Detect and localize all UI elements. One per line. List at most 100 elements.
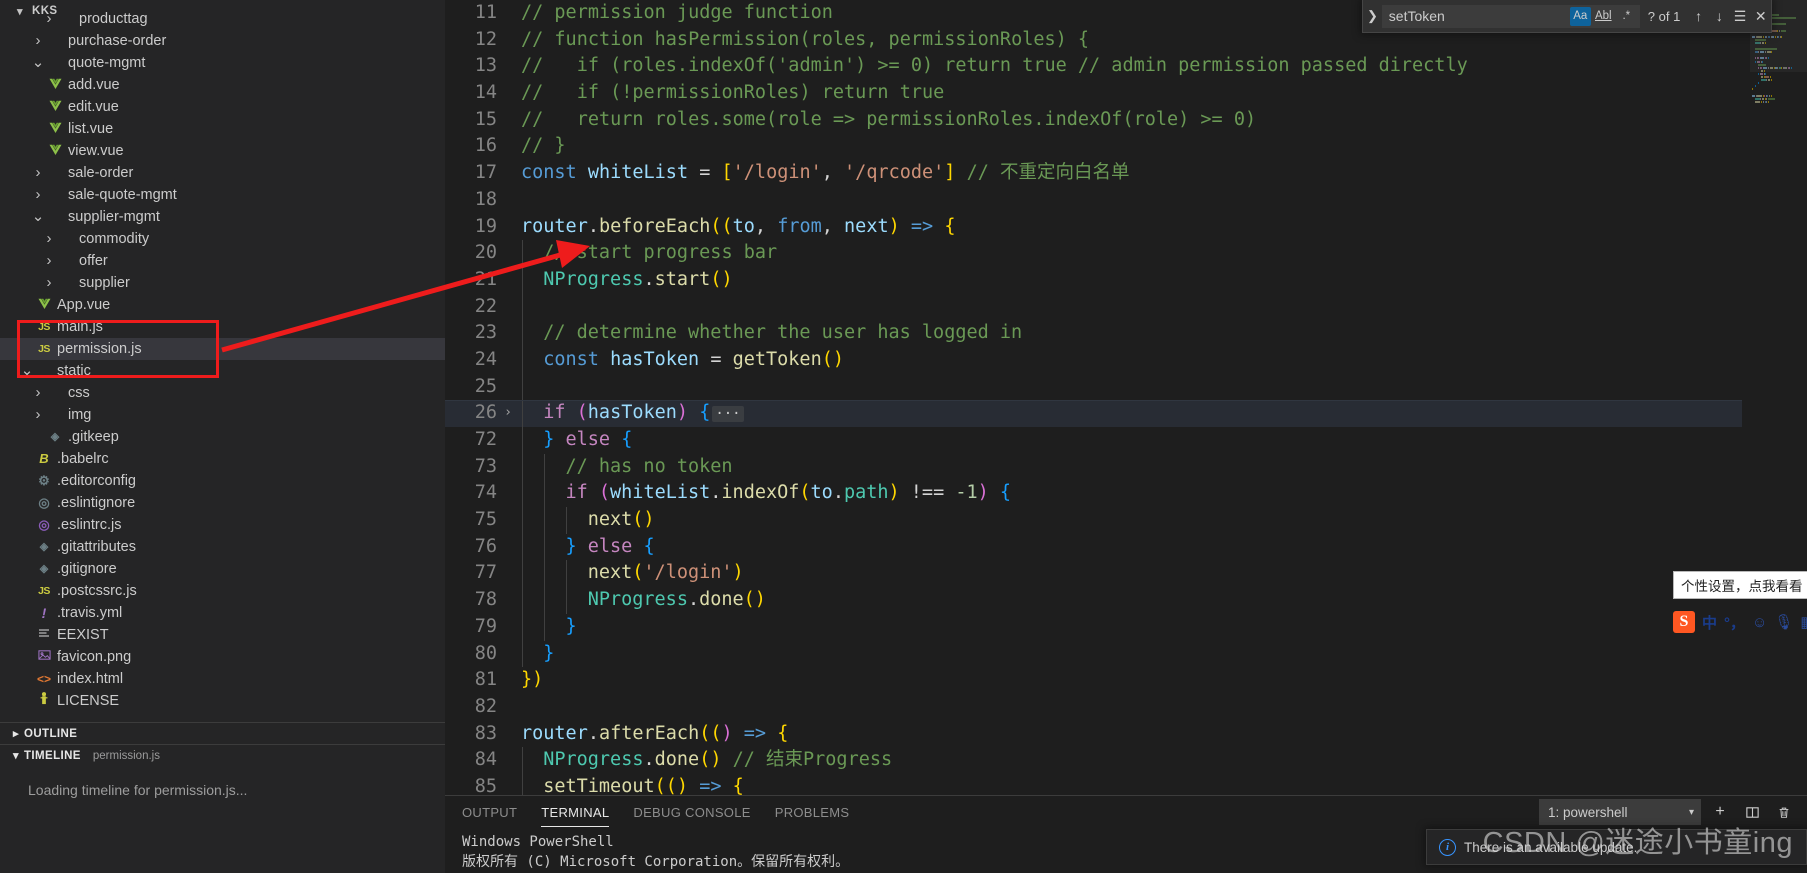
tree-item-gitkeep[interactable]: ◈ .gitkeep	[0, 426, 445, 448]
code-line[interactable]: 18	[445, 187, 1807, 214]
chevron-down-icon[interactable]: ⌄	[30, 209, 46, 224]
code-line[interactable]: 23 // determine whether the user has logg…	[445, 320, 1807, 347]
tree-item-babelrc[interactable]: B .babelrc	[0, 448, 445, 470]
ime-mode-chinese[interactable]: 中	[1702, 612, 1717, 633]
code-line[interactable]: 80}	[445, 640, 1807, 668]
find-widget[interactable]: ❯ Aa Abl .* ? of 1 ↑ ↓ ☰ ✕	[1362, 0, 1772, 33]
tree-item-favicon-png[interactable]: favicon.png	[0, 646, 445, 668]
microphone-icon[interactable]: 🎙	[1774, 613, 1793, 631]
file-tree[interactable]: › producttag › purchase-order ⌄ quote-mgmt add…	[0, 8, 445, 712]
find-previous-icon[interactable]: ↑	[1688, 5, 1709, 27]
tree-item-commodity[interactable]: › commodity	[0, 228, 445, 250]
tree-item-eslintignore[interactable]: ◎ .eslintignore	[0, 492, 445, 514]
code-lines-container[interactable]: 11 // permission judge function 12 // funct…	[445, 0, 1807, 795]
chevron-right-icon[interactable]: ›	[41, 272, 57, 294]
chevron-right-icon[interactable]: ›	[30, 30, 46, 52]
code-line[interactable]: 15 // return roles.some(role => permissio…	[445, 107, 1807, 134]
tree-item-supplier[interactable]: › supplier	[0, 272, 445, 294]
tree-item-gitignore[interactable]: ◈ .gitignore	[0, 558, 445, 580]
panel-actions[interactable]: 1: powershell ▾ +	[1539, 799, 1797, 825]
sogou-logo-icon[interactable]: S	[1673, 611, 1695, 633]
tree-item-list-vue[interactable]: list.vue	[0, 118, 445, 140]
tree-item-editorconfig[interactable]: ⚙ .editorconfig	[0, 470, 445, 492]
code-line[interactable]: 83 router.afterEach(() => {	[445, 721, 1807, 748]
code-line[interactable]: 75 next()	[445, 507, 1807, 534]
code-line[interactable]: 25	[445, 373, 1807, 401]
tree-item-img[interactable]: › img	[0, 404, 445, 426]
ime-punctuation-toggle[interactable]: °，	[1724, 612, 1745, 633]
panel-tab-output[interactable]: OUTPUT	[462, 796, 517, 829]
chevron-right-icon[interactable]: ›	[30, 162, 46, 184]
tree-item-supplier-mgmt[interactable]: ⌄ supplier-mgmt	[0, 206, 445, 228]
code-line[interactable]: 84 NProgress.done() // 结束Progress	[445, 747, 1807, 774]
ime-tooltip[interactable]: 个性设置，点我看看	[1673, 571, 1807, 599]
panel-tab-terminal[interactable]: TERMINAL	[541, 796, 610, 829]
code-line[interactable]: 79}	[445, 613, 1807, 641]
code-line[interactable]: 78 NProgress.done()	[445, 587, 1807, 614]
chevron-right-icon[interactable]: ›	[41, 228, 57, 250]
tree-item-purchase-order[interactable]: › purchase-order	[0, 30, 445, 52]
code-line[interactable]: 22	[445, 293, 1807, 321]
code-line[interactable]: 74 if (whiteList.indexOf(to.path) !== -1)…	[445, 480, 1807, 508]
chevron-down-icon[interactable]: ⌄	[19, 363, 35, 378]
code-line[interactable]: 85 setTimeout(() => {	[445, 773, 1807, 795]
keyboard-icon[interactable]: ▦	[1800, 613, 1807, 631]
code-line[interactable]: 77 next('/login')	[445, 560, 1807, 588]
match-case-icon[interactable]: Aa	[1569, 6, 1591, 26]
tree-item-app-vue[interactable]: App.vue	[0, 294, 445, 316]
tree-item-producttag[interactable]: › producttag	[0, 8, 445, 30]
notification-toast[interactable]: i There is an available update.	[1426, 829, 1807, 865]
outline-pane[interactable]: ▸ OUTLINE	[0, 722, 445, 744]
tree-item-postcssrc-js[interactable]: JS .postcssrc.js	[0, 580, 445, 602]
tree-item-eslintrc-js[interactable]: ◎ .eslintrc.js	[0, 514, 445, 536]
code-line[interactable]: 17 const whiteList = ['/login', '/qrcode'…	[445, 160, 1807, 187]
chevron-right-icon[interactable]: ›	[41, 250, 57, 272]
chevron-right-icon[interactable]: ›	[41, 8, 57, 30]
find-in-selection-icon[interactable]: ☰	[1730, 5, 1751, 27]
tree-item-travis-yml[interactable]: ! .travis.yml	[0, 602, 445, 624]
tree-item-offer[interactable]: › offer	[0, 250, 445, 272]
ime-toolbar[interactable]: S 中 °， ☺ 🎙 ▦	[1673, 608, 1807, 636]
chevron-down-icon[interactable]: ⌄	[30, 55, 46, 70]
chevron-right-icon[interactable]: ›	[30, 404, 46, 426]
tree-item-add-vue[interactable]: add.vue	[0, 74, 445, 96]
tree-item-sale-order[interactable]: › sale-order	[0, 162, 445, 184]
minimap[interactable]	[1750, 0, 1807, 795]
outline-header[interactable]: ▸ OUTLINE	[0, 722, 445, 744]
tree-item-license[interactable]: LICENSE	[0, 690, 445, 712]
code-line[interactable]: 73 // has no token	[445, 453, 1807, 481]
code-line[interactable]: 21 NProgress.start()	[445, 266, 1807, 294]
tree-item-view-vue[interactable]: view.vue	[0, 140, 445, 162]
tree-item-quote-mgmt[interactable]: ⌄ quote-mgmt	[0, 52, 445, 74]
code-line[interactable]: 16 // }	[445, 133, 1807, 160]
tree-item-permission-js[interactable]: JS permission.js	[0, 338, 445, 360]
plus-icon[interactable]: +	[1707, 799, 1733, 825]
chevron-right-icon[interactable]: ❯	[1363, 8, 1382, 24]
chevron-right-icon[interactable]: ›	[30, 382, 46, 404]
code-line[interactable]: 13 // if (roles.indexOf('admin') >= 0) re…	[445, 53, 1807, 80]
find-input[interactable]	[1382, 8, 1570, 24]
tree-item-eexist[interactable]: EEXIST	[0, 624, 445, 646]
code-line[interactable]: 14 // if (!permissionRoles) return true	[445, 80, 1807, 107]
tree-item-index-html[interactable]: <> index.html	[0, 668, 445, 690]
code-line[interactable]: 81})	[445, 667, 1807, 694]
code-editor[interactable]: 11 // permission judge function 12 // funct…	[445, 0, 1807, 795]
trash-icon[interactable]	[1771, 799, 1797, 825]
whole-word-icon[interactable]: Abl	[1593, 7, 1614, 26]
code-line[interactable]: 20 // start progress bar	[445, 240, 1807, 267]
split-panel-icon[interactable]	[1739, 799, 1765, 825]
tree-item-edit-vue[interactable]: edit.vue	[0, 96, 445, 118]
find-next-icon[interactable]: ↓	[1709, 5, 1730, 27]
editor-overview-ruler[interactable]	[1742, 0, 1750, 795]
regex-icon[interactable]: .*	[1616, 7, 1637, 26]
code-line[interactable]: 82	[445, 694, 1807, 721]
tree-item-gitattributes[interactable]: ◈ .gitattributes	[0, 536, 445, 558]
folded-code-marker[interactable]: ···	[712, 406, 744, 423]
fold-chevron-icon[interactable]: ›	[501, 400, 515, 427]
find-input-wrapper[interactable]: Aa Abl .*	[1381, 4, 1640, 28]
panel-tab-debug-console[interactable]: DEBUG CONSOLE	[633, 796, 750, 829]
timeline-pane[interactable]: ▾ TIMELINE permission.js	[0, 744, 445, 766]
code-line[interactable]: 76} else {	[445, 533, 1807, 561]
code-line[interactable]: 19 router.beforeEach((to, from, next) => …	[445, 214, 1807, 241]
close-icon[interactable]: ✕	[1750, 5, 1771, 27]
